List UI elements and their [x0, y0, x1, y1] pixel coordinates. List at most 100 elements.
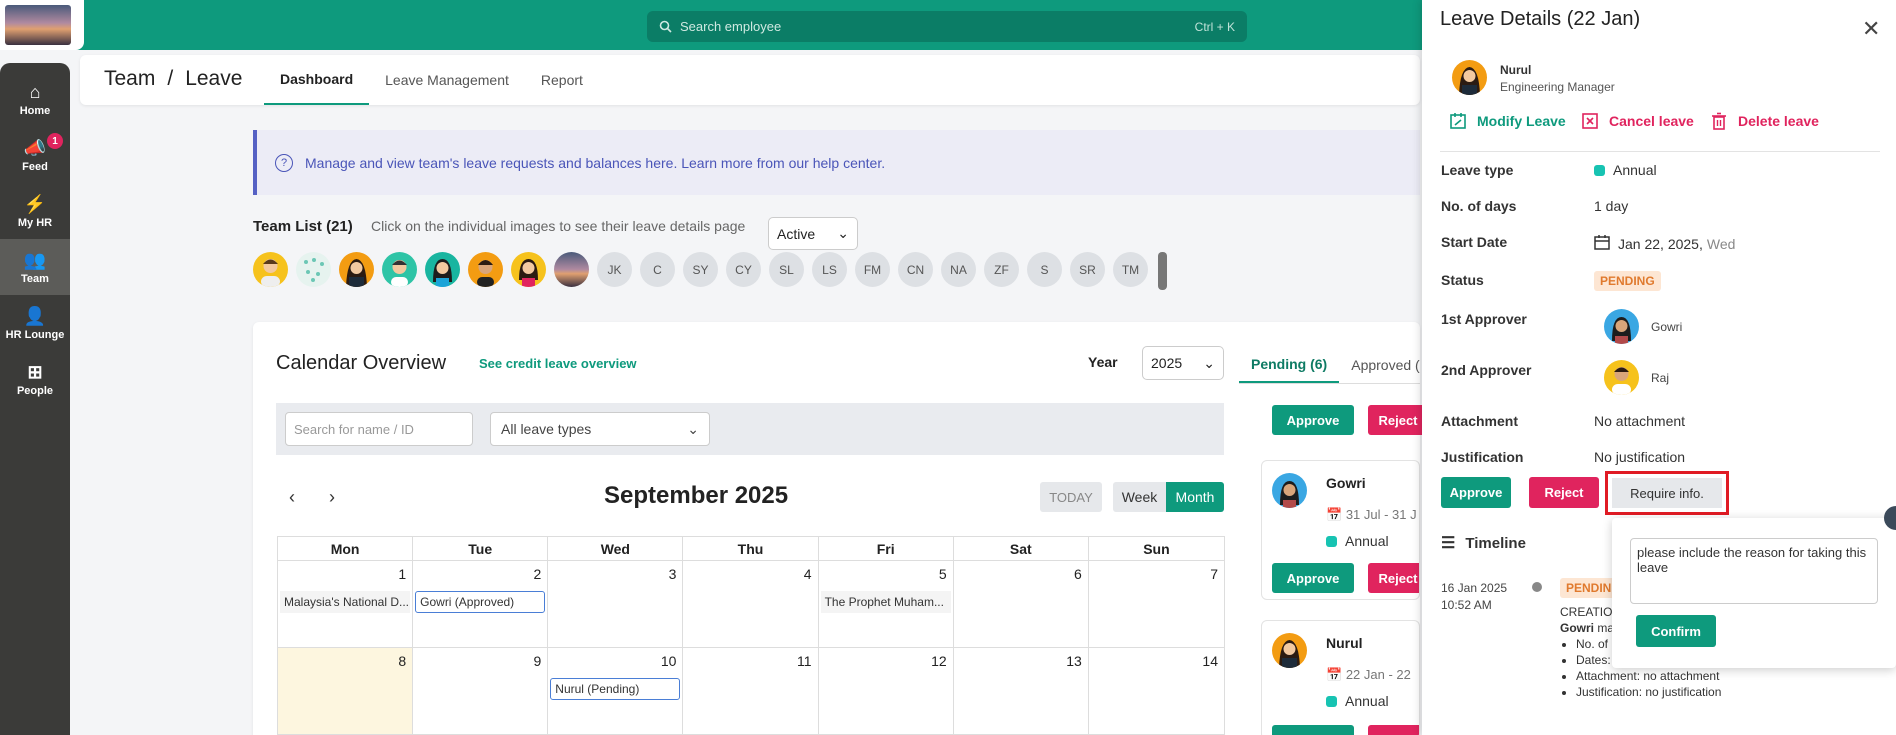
- attachment-label: Attachment: [1441, 413, 1519, 429]
- sidebar-item-team[interactable]: 👥 Team: [0, 239, 70, 295]
- holiday-event[interactable]: The Prophet Muham...: [820, 591, 951, 613]
- breadcrumb-team[interactable]: Team: [104, 67, 155, 90]
- weekday-sun: Sun: [1143, 540, 1170, 557]
- avatar[interactable]: [339, 252, 374, 287]
- avatar[interactable]: [296, 252, 331, 287]
- approve-button[interactable]: Approve: [1272, 563, 1354, 593]
- next-month-button[interactable]: ›: [329, 487, 335, 508]
- approver1-value: Gowri: [1604, 309, 1682, 344]
- week-view-button[interactable]: Week: [1113, 482, 1166, 512]
- leave-type-dot: [1326, 535, 1337, 547]
- today-button[interactable]: TODAY: [1040, 482, 1102, 512]
- avatar-initials[interactable]: SL: [769, 252, 804, 287]
- avatar[interactable]: [511, 252, 546, 287]
- reject-button[interactable]: Reject: [1368, 563, 1419, 593]
- day-cell[interactable]: 3: [548, 561, 684, 647]
- modify-leave-button[interactable]: Modify Leave: [1449, 112, 1566, 130]
- company-logo[interactable]: [5, 5, 71, 45]
- tab-pending[interactable]: Pending (6): [1239, 346, 1340, 383]
- day-cell[interactable]: 13: [954, 648, 1089, 734]
- approve-button[interactable]: [1272, 725, 1354, 735]
- calendar-icon: 📅: [1326, 507, 1346, 522]
- year-select[interactable]: 2025 ⌄: [1142, 346, 1224, 380]
- delete-leave-button[interactable]: Delete leave: [1710, 112, 1819, 130]
- year-select-value: 2025: [1151, 355, 1183, 371]
- avatar[interactable]: [554, 252, 589, 287]
- tab-leave-management[interactable]: Leave Management: [369, 55, 525, 105]
- leave-type-text: Annual: [1613, 162, 1657, 178]
- day-cell[interactable]: 9: [413, 648, 549, 734]
- avatar-initials[interactable]: SR: [1070, 252, 1105, 287]
- status-value: PENDING: [1594, 271, 1661, 291]
- day-cell[interactable]: 6: [954, 561, 1089, 647]
- avatar-initials[interactable]: FM: [855, 252, 890, 287]
- month-view-button[interactable]: Month: [1166, 482, 1224, 512]
- day-cell[interactable]: 14: [1089, 648, 1224, 734]
- name-search-input[interactable]: Search for name / ID: [285, 412, 473, 446]
- day-cell[interactable]: 7: [1089, 561, 1224, 647]
- timeline-detail: Justification: no justification: [1576, 684, 1721, 700]
- tab-report[interactable]: Report: [525, 55, 599, 105]
- sidebar-item-my-hr[interactable]: ⚡ My HR: [0, 183, 70, 239]
- day-number: 8: [398, 653, 407, 669]
- info-message-input[interactable]: please include the reason for taking thi…: [1630, 538, 1878, 604]
- reject-button[interactable]: Reject: [1368, 405, 1428, 435]
- leave-event[interactable]: Gowri (Approved): [415, 591, 546, 613]
- divider: [1440, 151, 1880, 152]
- avatar-initials[interactable]: CY: [726, 252, 761, 287]
- status-select-value: Active: [777, 225, 816, 242]
- day-cell[interactable]: 5 The Prophet Muham...: [819, 561, 954, 647]
- credit-leave-link[interactable]: See credit leave overview: [479, 356, 637, 371]
- sidebar-item-home[interactable]: ⌂ Home: [0, 71, 70, 127]
- avatar[interactable]: [253, 252, 288, 287]
- sidebar-item-hr-lounge[interactable]: 👤 HR Lounge: [0, 295, 70, 351]
- avatar-initials[interactable]: S: [1027, 252, 1062, 287]
- avatar-initials[interactable]: CN: [898, 252, 933, 287]
- sidebar-item-people[interactable]: ⊞ People: [0, 351, 70, 407]
- employee-name: Nurul: [1500, 63, 1532, 77]
- holiday-event[interactable]: Malaysia's National D...: [280, 591, 411, 613]
- approve-button[interactable]: Approve: [1441, 477, 1511, 508]
- avatar-initials[interactable]: LS: [812, 252, 847, 287]
- avatar: [1452, 60, 1487, 95]
- tab-approved[interactable]: Approved (: [1339, 346, 1420, 383]
- avatar-initials[interactable]: NA: [941, 252, 976, 287]
- banner-text[interactable]: Manage and view team's leave requests an…: [305, 155, 885, 171]
- avatar-scrollbar[interactable]: [1158, 252, 1167, 290]
- day-cell[interactable]: 11: [683, 648, 819, 734]
- sidebar-item-label: Home: [19, 104, 51, 117]
- leave-event[interactable]: Nurul (Pending): [550, 678, 681, 700]
- avatar[interactable]: [468, 252, 503, 287]
- day-number: 9: [533, 653, 542, 669]
- prev-month-button[interactable]: ‹: [289, 487, 295, 508]
- chevron-down-icon: ⌄: [837, 225, 849, 241]
- leave-type-select[interactable]: All leave types ⌄: [490, 412, 710, 446]
- day-cell-today[interactable]: 8: [278, 648, 414, 734]
- approve-button[interactable]: Approve: [1272, 405, 1354, 435]
- employee-search[interactable]: Search employee Ctrl + K: [647, 11, 1247, 42]
- avatar-initials[interactable]: ZF: [984, 252, 1019, 287]
- tab-dashboard[interactable]: Dashboard: [264, 55, 370, 105]
- day-cell[interactable]: 4: [683, 561, 819, 647]
- avatar[interactable]: [382, 252, 417, 287]
- confirm-button[interactable]: Confirm: [1636, 615, 1716, 647]
- pending-card[interactable]: Nurul 📅 22 Jan - 22 Annual: [1261, 620, 1420, 735]
- day-cell[interactable]: 2 Gowri (Approved): [413, 561, 549, 647]
- day-cell[interactable]: 12: [819, 648, 954, 734]
- avatar-initials[interactable]: C: [640, 252, 675, 287]
- sidebar-item-feed[interactable]: 📣 Feed 1: [0, 127, 70, 183]
- pending-card[interactable]: Gowri 📅 31 Jul - 31 J Annual Approve Rej…: [1261, 460, 1420, 600]
- day-cell[interactable]: 10 Nurul (Pending): [548, 648, 684, 734]
- reject-button[interactable]: [1368, 725, 1419, 735]
- reject-button[interactable]: Reject: [1529, 477, 1599, 508]
- status-select[interactable]: Active ⌄: [768, 217, 858, 250]
- close-button[interactable]: ✕: [1862, 16, 1880, 42]
- weekday-tue: Tue: [413, 537, 549, 560]
- cancel-leave-button[interactable]: Cancel leave: [1581, 112, 1694, 130]
- avatar[interactable]: [425, 252, 460, 287]
- avatar-initials[interactable]: TM: [1113, 252, 1148, 287]
- day-cell[interactable]: 1 Malaysia's National D...: [278, 561, 414, 647]
- timeline-status-badge: PENDIN: [1560, 578, 1618, 598]
- avatar-initials[interactable]: JK: [597, 252, 632, 287]
- avatar-initials[interactable]: SY: [683, 252, 718, 287]
